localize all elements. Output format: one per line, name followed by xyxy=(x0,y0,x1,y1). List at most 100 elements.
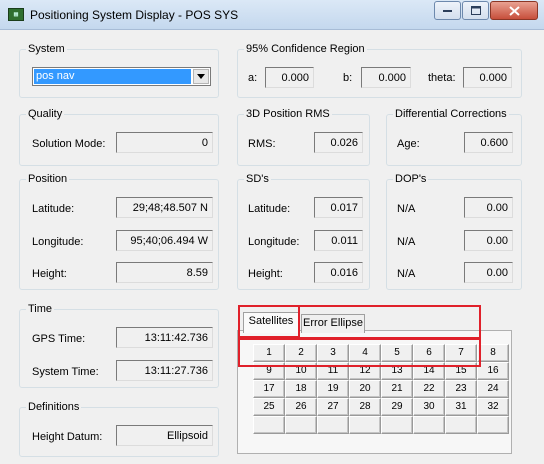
satellite-button-empty[interactable] xyxy=(477,416,509,434)
dop-row1-field: 0.00 xyxy=(464,197,513,218)
sd-latitude-field: 0.017 xyxy=(314,197,363,218)
minimize-button[interactable] xyxy=(434,1,461,20)
satellite-button-30[interactable]: 30 xyxy=(413,398,445,416)
confidence-a-label: a: xyxy=(248,72,258,84)
satellite-button-27[interactable]: 27 xyxy=(317,398,349,416)
solution-mode-field: 0 xyxy=(116,132,213,153)
satellite-button-empty[interactable] xyxy=(445,416,477,434)
longitude-field: 95;40;06.494 W xyxy=(116,230,213,251)
time-group-title: Time xyxy=(26,302,55,316)
sd-height-field: 0.016 xyxy=(314,262,363,283)
chevron-down-icon[interactable] xyxy=(193,69,209,84)
satellite-button-16[interactable]: 16 xyxy=(477,362,509,380)
satellite-button-14[interactable]: 14 xyxy=(413,362,445,380)
satellite-grid: 1 2 3 4 5 6 7 8 9 10 11 12 13 14 15 16 17 18 19 20 21 22 23 24 2… xyxy=(253,344,509,434)
satellite-button-25[interactable]: 25 xyxy=(253,398,285,416)
sd-latitude-label: Latitude: xyxy=(248,203,291,215)
satellite-button-10[interactable]: 10 xyxy=(285,362,317,380)
satellite-button-empty[interactable] xyxy=(253,416,285,434)
latitude-label: Latitude: xyxy=(32,203,75,215)
confidence-theta-label: theta: xyxy=(428,72,456,84)
confidence-theta-field: 0.000 xyxy=(463,67,512,88)
rms-label: RMS: xyxy=(248,138,276,150)
gps-time-field: 13:11:42.736 xyxy=(116,327,213,348)
latitude-field: 29;48;48.507 N xyxy=(116,197,213,218)
satellite-button-12[interactable]: 12 xyxy=(349,362,381,380)
age-label: Age: xyxy=(397,138,420,150)
solution-mode-label: Solution Mode: xyxy=(32,138,106,150)
system-time-field: 13:11:27.736 xyxy=(116,360,213,381)
close-icon xyxy=(508,5,520,16)
app-icon[interactable]: ▦ xyxy=(8,8,24,21)
confidence-a-field: 0.000 xyxy=(265,67,314,88)
differential-group-title: Differential Corrections xyxy=(393,107,509,121)
satellite-button-empty[interactable] xyxy=(413,416,445,434)
satellite-button-26[interactable]: 26 xyxy=(285,398,317,416)
satellite-button-29[interactable]: 29 xyxy=(381,398,413,416)
satellite-button-empty[interactable] xyxy=(285,416,317,434)
dop-row1-label: N/A xyxy=(397,203,416,215)
satellite-button-17[interactable]: 17 xyxy=(253,380,285,398)
satellite-button-11[interactable]: 11 xyxy=(317,362,349,380)
sd-longitude-field: 0.011 xyxy=(314,230,363,251)
satellite-button-28[interactable]: 28 xyxy=(349,398,381,416)
system-group-title: System xyxy=(26,42,67,56)
confidence-b-field: 0.000 xyxy=(361,67,411,88)
title-bar[interactable]: ▦ Positioning System Display - POS SYS xyxy=(0,0,544,30)
dop-row2-label: N/A xyxy=(397,236,416,248)
satellite-button-5[interactable]: 5 xyxy=(381,344,413,362)
satellite-button-4[interactable]: 4 xyxy=(349,344,381,362)
tab-error-ellipse[interactable]: Error Ellipse xyxy=(301,314,365,333)
satellite-button-empty[interactable] xyxy=(349,416,381,434)
age-field: 0.600 xyxy=(464,132,513,153)
system-time-label: System Time: xyxy=(32,366,99,378)
confidence-group-title: 95% Confidence Region xyxy=(244,42,367,56)
close-button[interactable] xyxy=(490,1,538,20)
dops-group-title: DOP's xyxy=(393,172,429,186)
satellite-button-1[interactable]: 1 xyxy=(253,344,285,362)
window-title: Positioning System Display - POS SYS xyxy=(30,8,239,22)
height-field: 8.59 xyxy=(116,262,213,283)
satellite-button-19[interactable]: 19 xyxy=(317,380,349,398)
quality-group-title: Quality xyxy=(26,107,65,121)
dop-row3-label: N/A xyxy=(397,268,416,280)
satellite-button-15[interactable]: 15 xyxy=(445,362,477,380)
sd-longitude-label: Longitude: xyxy=(248,236,300,248)
height-label: Height: xyxy=(32,268,67,280)
satellite-button-3[interactable]: 3 xyxy=(317,344,349,362)
dop-row2-field: 0.00 xyxy=(464,230,513,251)
satellite-button-8[interactable]: 8 xyxy=(477,344,509,362)
system-select[interactable]: pos nav xyxy=(32,67,211,86)
satellite-button-empty[interactable] xyxy=(317,416,349,434)
maximize-icon xyxy=(470,6,481,15)
height-datum-field: Ellipsoid xyxy=(116,425,213,446)
satellite-button-6[interactable]: 6 xyxy=(413,344,445,362)
satellite-button-22[interactable]: 22 xyxy=(413,380,445,398)
longitude-label: Longitude: xyxy=(32,236,84,248)
system-select-value: pos nav xyxy=(34,69,191,84)
satellite-button-18[interactable]: 18 xyxy=(285,380,317,398)
gps-time-label: GPS Time: xyxy=(32,333,86,345)
position-group-title: Position xyxy=(26,172,70,186)
maximize-button[interactable] xyxy=(462,1,489,20)
satellite-button-32[interactable]: 32 xyxy=(477,398,509,416)
satellite-button-24[interactable]: 24 xyxy=(477,380,509,398)
tab-satellites[interactable]: Satellites xyxy=(243,312,299,333)
height-datum-label: Height Datum: xyxy=(32,431,103,443)
satellite-button-2[interactable]: 2 xyxy=(285,344,317,362)
definitions-group-title: Definitions xyxy=(26,400,82,414)
sd-height-label: Height: xyxy=(248,268,283,280)
satellite-button-9[interactable]: 9 xyxy=(253,362,285,380)
rms-field: 0.026 xyxy=(314,132,363,153)
confidence-b-label: b: xyxy=(343,72,353,84)
satellite-button-20[interactable]: 20 xyxy=(349,380,381,398)
sds-group-title: SD's xyxy=(244,172,271,186)
satellite-button-13[interactable]: 13 xyxy=(381,362,413,380)
rms-group-title: 3D Position RMS xyxy=(244,107,332,121)
satellite-button-21[interactable]: 21 xyxy=(381,380,413,398)
satellite-button-31[interactable]: 31 xyxy=(445,398,477,416)
satellite-button-7[interactable]: 7 xyxy=(445,344,477,362)
satellite-button-empty[interactable] xyxy=(381,416,413,434)
satellite-button-23[interactable]: 23 xyxy=(445,380,477,398)
dop-row3-field: 0.00 xyxy=(464,262,513,283)
